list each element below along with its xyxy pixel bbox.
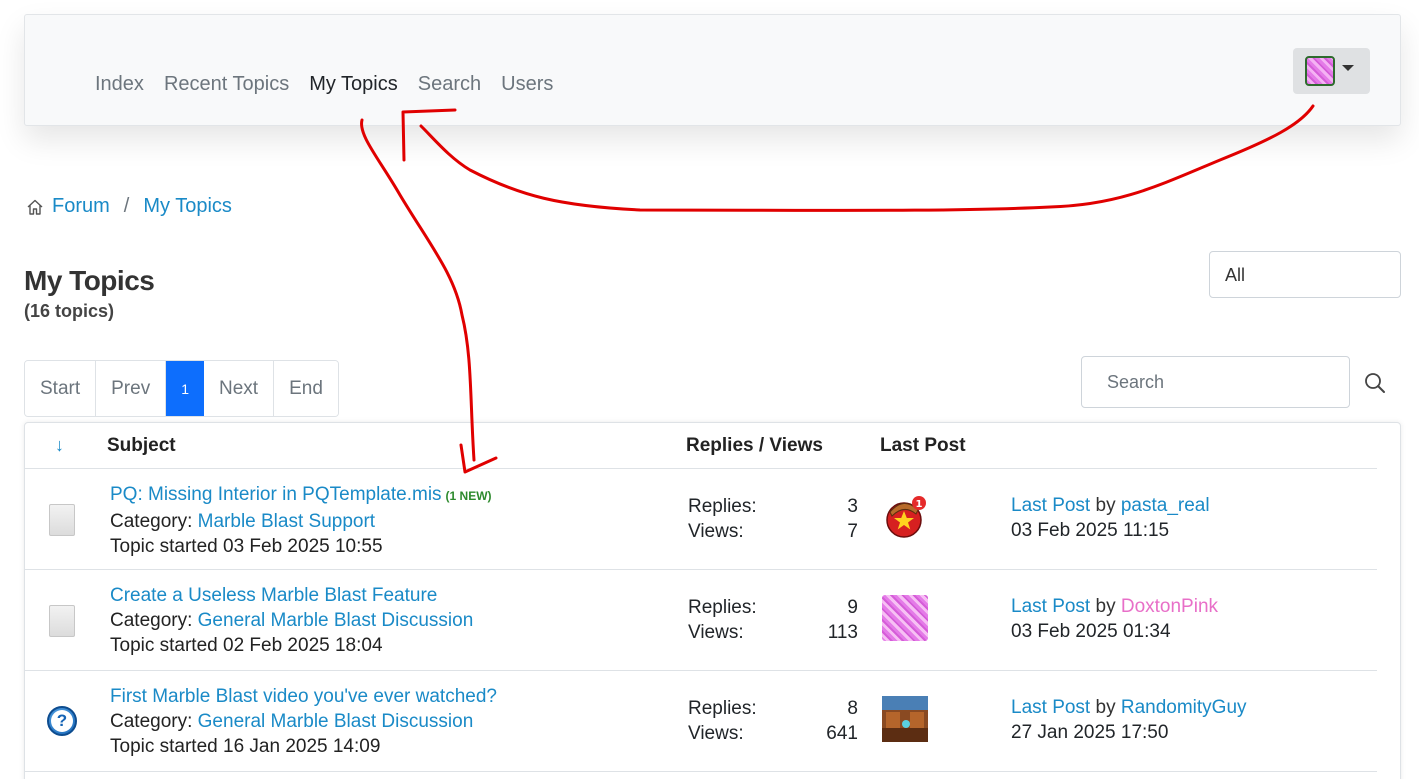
breadcrumb: Forum / My Topics: [26, 195, 232, 218]
category-link[interactable]: Marble Blast Support: [198, 511, 375, 532]
pagination-next[interactable]: Next: [204, 361, 275, 416]
breadcrumb-separator: /: [123, 195, 130, 217]
header-last-post[interactable]: Last Post: [880, 435, 966, 457]
last-post-link[interactable]: Last Post: [1011, 495, 1090, 516]
home-icon: [26, 198, 44, 216]
pagination-end[interactable]: End: [274, 361, 338, 416]
navbar: Index Recent Topics My Topics Search Use…: [24, 14, 1401, 126]
table-row: PQ: Missing Interior in PQTemplate.mis (1…: [25, 469, 1377, 570]
topic-subject: Create a Useless Marble Blast Feature Ca…: [110, 583, 473, 658]
topic-started-date: Topic started 02 Feb 2025 18:04: [110, 635, 383, 656]
last-post-info: Last Post by DoxtonPink 03 Feb 2025 01:3…: [1011, 594, 1218, 644]
last-post-user-link[interactable]: DoxtonPink: [1121, 596, 1218, 617]
topic-filter-select[interactable]: All: [1209, 251, 1401, 298]
nav-link-recent-topics[interactable]: Recent Topics: [164, 73, 289, 96]
last-post-link[interactable]: Last Post: [1011, 596, 1090, 617]
last-poster-avatar[interactable]: 1: [882, 494, 928, 540]
last-post-user-link[interactable]: RandomityGuy: [1121, 697, 1247, 718]
question-icon: ?: [47, 706, 77, 738]
views-label: Views:: [688, 622, 744, 643]
nav-link-my-topics[interactable]: My Topics: [309, 73, 398, 96]
topic-subject: First Marble Blast video you've ever wat…: [110, 684, 497, 759]
new-posts-badge[interactable]: (1 NEW): [446, 489, 492, 503]
pagination-start[interactable]: Start: [25, 361, 97, 416]
page-title: My Topics: [24, 265, 155, 296]
topic-title-link[interactable]: Create a Useless Marble Blast Feature: [110, 585, 437, 606]
category-link[interactable]: General Marble Blast Discussion: [198, 711, 474, 732]
last-post-info: Last Post by RandomityGuy 27 Jan 2025 17…: [1011, 695, 1247, 745]
last-post-info: Last Post by pasta_real 03 Feb 2025 11:1…: [1011, 493, 1210, 543]
category-label: Category:: [110, 610, 193, 631]
annotation-arrow-nav-to-row: [360, 118, 476, 462]
last-poster-avatar[interactable]: [882, 696, 928, 742]
breadcrumb-forum-link[interactable]: Forum: [52, 195, 110, 218]
category-label: Category:: [110, 711, 193, 732]
views-label: Views:: [688, 521, 744, 542]
last-post-by: by: [1095, 697, 1116, 718]
replies-label: Replies:: [688, 496, 757, 517]
topic-counts: Replies: 9 Views: 113: [688, 595, 858, 645]
last-post-date: 03 Feb 2025 11:15: [1011, 520, 1170, 541]
header-subject[interactable]: Subject: [107, 435, 176, 457]
topic-counts: Replies: 3 Views: 7: [688, 494, 858, 544]
header-replies-views[interactable]: Replies / Views: [686, 435, 823, 457]
nav-link-search[interactable]: Search: [418, 73, 481, 96]
category-label: Category:: [110, 511, 193, 532]
last-post-by: by: [1095, 495, 1116, 516]
caret-down-icon: [1342, 65, 1354, 71]
last-poster-avatar[interactable]: [882, 595, 928, 641]
last-post-date: 27 Jan 2025 17:50: [1011, 722, 1169, 743]
last-post-date: 03 Feb 2025 01:34: [1011, 621, 1171, 642]
pagination: Start Prev 1 Next End: [24, 360, 339, 417]
nav-links: Index Recent Topics My Topics Search Use…: [95, 73, 553, 96]
views-label: Views:: [688, 723, 744, 744]
topic-title-link[interactable]: First Marble Blast video you've ever wat…: [110, 686, 497, 707]
replies-label: Replies:: [688, 698, 757, 719]
views-count: 641: [826, 723, 858, 744]
pagination-prev[interactable]: Prev: [96, 361, 167, 416]
topic-subject: PQ: Missing Interior in PQTemplate.mis (1…: [110, 482, 492, 559]
table-header: ↓ Subject Replies / Views Last Post: [25, 423, 1377, 469]
pagination-page-1[interactable]: 1: [166, 361, 204, 416]
views-count: 7: [847, 521, 858, 542]
last-post-by: by: [1095, 596, 1116, 617]
replies-count: 9: [847, 597, 858, 618]
search-icon[interactable]: [1362, 370, 1388, 396]
topics-table: ↓ Subject Replies / Views Last Post PQ: …: [24, 422, 1401, 779]
last-post-user-link[interactable]: pasta_real: [1121, 495, 1210, 516]
document-icon: [47, 504, 77, 536]
replies-count: 3: [847, 496, 858, 517]
table-row: Create a Useless Marble Blast Feature Ca…: [25, 570, 1377, 671]
search-input[interactable]: [1081, 356, 1350, 408]
svg-text:1: 1: [916, 499, 923, 510]
topic-title-link[interactable]: PQ: Missing Interior in PQTemplate.mis: [110, 484, 442, 505]
topic-count: (16 topics): [24, 301, 115, 321]
views-count: 113: [827, 622, 858, 643]
sort-arrow-down-icon[interactable]: ↓: [55, 435, 64, 456]
table-row: ? First Marble Blast video you've ever w…: [25, 671, 1377, 772]
replies-count: 8: [847, 698, 858, 719]
topic-counts: Replies: 8 Views: 641: [688, 696, 858, 746]
document-icon: [47, 605, 77, 637]
category-link[interactable]: General Marble Blast Discussion: [198, 610, 474, 631]
breadcrumb-my-topics-link[interactable]: My Topics: [143, 195, 232, 218]
topic-started-date: Topic started 16 Jan 2025 14:09: [110, 736, 381, 757]
nav-link-users[interactable]: Users: [501, 73, 553, 96]
last-post-link[interactable]: Last Post: [1011, 697, 1090, 718]
replies-label: Replies:: [688, 597, 757, 618]
nav-link-index[interactable]: Index: [95, 73, 144, 96]
user-avatar: [1305, 56, 1335, 86]
topic-started-date: Topic started 03 Feb 2025 10:55: [110, 536, 383, 557]
user-menu-dropdown[interactable]: [1293, 48, 1370, 94]
